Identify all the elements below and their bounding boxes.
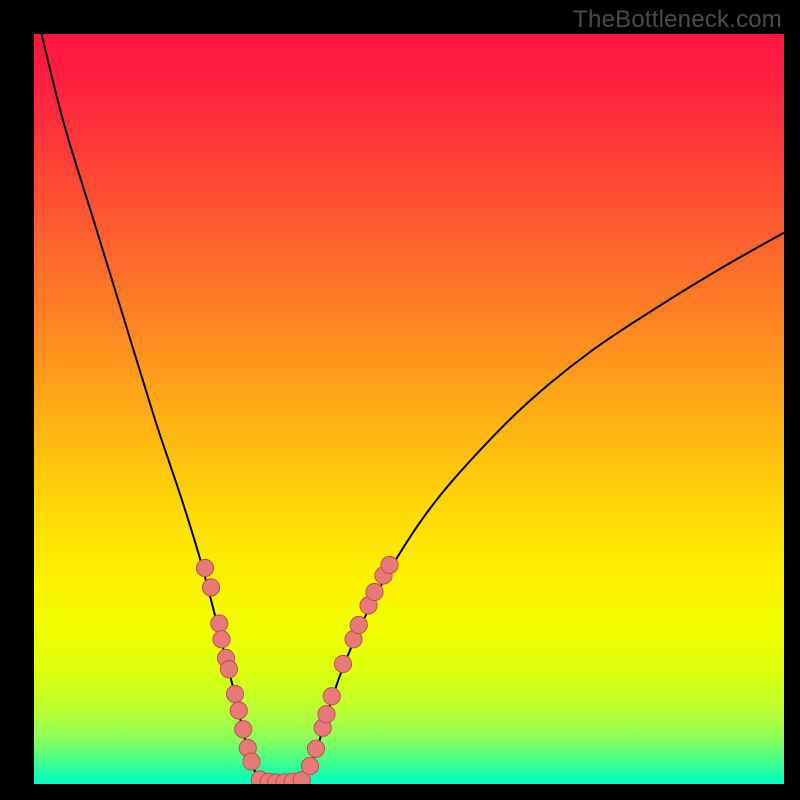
data-point <box>243 753 260 770</box>
data-point <box>323 688 340 705</box>
plot-area <box>34 34 784 784</box>
data-point <box>213 631 230 648</box>
watermark-text: TheBottleneck.com <box>573 6 782 34</box>
data-point <box>226 685 243 702</box>
data-point <box>301 757 318 774</box>
data-point <box>235 721 252 738</box>
data-point <box>307 740 324 757</box>
data-point <box>230 702 247 719</box>
bottleneck-curve <box>42 34 785 783</box>
data-point <box>196 559 213 576</box>
data-point <box>202 579 219 596</box>
chart-frame: TheBottleneck.com <box>0 0 800 800</box>
data-point <box>211 615 228 632</box>
data-point <box>334 655 351 672</box>
data-point <box>318 706 335 723</box>
data-point <box>381 556 398 573</box>
data-point <box>366 583 383 600</box>
curve-layer <box>34 34 784 784</box>
data-point <box>220 661 237 678</box>
data-point <box>350 616 367 633</box>
